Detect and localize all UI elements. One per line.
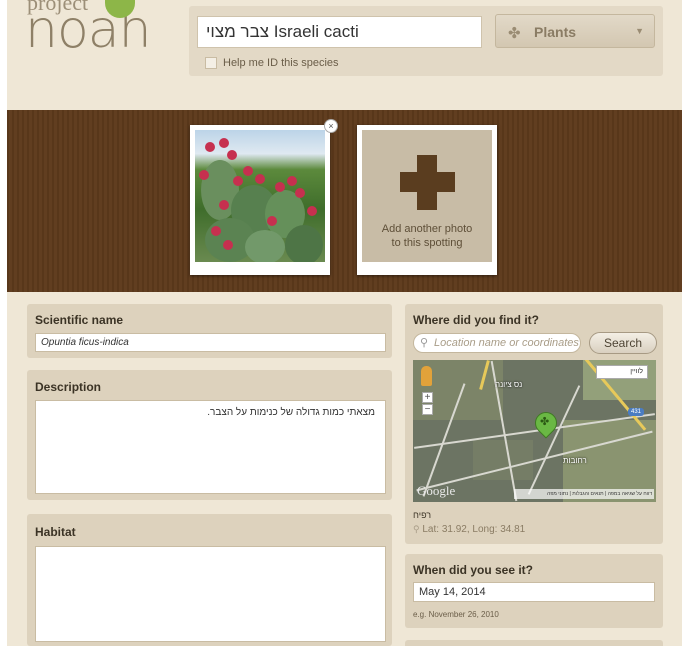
cactus-photo [195, 130, 325, 262]
category-label: Plants [534, 24, 577, 40]
location-placeholder: Location name or coordinates [434, 337, 579, 349]
spotting-form: Scientific name Opuntia ficus-indica Des… [7, 292, 682, 646]
location-search-button[interactable]: Search [589, 332, 657, 354]
help-id-checkbox[interactable] [205, 57, 217, 69]
date-hint: e.g. November 26, 2010 [413, 610, 499, 619]
map-type-dropdown[interactable]: לוויין [596, 365, 648, 379]
location-map[interactable]: נס ציונה רחובות 431 + − לוויין ✤ Google … [413, 360, 656, 502]
description-title: Description [35, 380, 102, 394]
remove-photo-icon[interactable]: × [324, 119, 338, 133]
description-panel: Description מצאתי כמות גדולה של כנימות ע… [27, 370, 392, 500]
habitat-textarea[interactable] [35, 546, 386, 642]
search-icon: ⚲ [420, 337, 429, 349]
location-pin-icon: ⚲ [413, 524, 420, 534]
place-name: רפיח [413, 510, 432, 520]
add-photo-label: Add another photo to this spotting [381, 223, 473, 249]
photo-thumbnail[interactable] [190, 125, 330, 275]
zoom-in-button[interactable]: + [422, 392, 433, 403]
date-title: When did you see it? [413, 563, 534, 577]
habitat-title: Habitat [35, 525, 76, 539]
zoom-out-button[interactable]: − [422, 404, 433, 415]
map-town-label: רחובות [563, 456, 587, 465]
street-view-pegman-icon[interactable] [421, 366, 432, 386]
next-panel [405, 640, 663, 646]
photo-strip: × Add another photo to this spotting [7, 110, 682, 292]
map-town-label: נס ציונה [495, 380, 523, 389]
location-panel: Where did you find it? ⚲ Location name o… [405, 304, 663, 544]
add-photo-button[interactable]: Add another photo to this spotting [357, 125, 497, 275]
scientific-name-panel: Scientific name Opuntia ficus-indica [27, 304, 392, 358]
road-number-badge: 431 [627, 408, 644, 416]
scientific-name-title: Scientific name [35, 313, 124, 327]
date-input[interactable]: May 14, 2014 [413, 582, 655, 602]
cactus-icon: ✤ [508, 25, 521, 42]
google-logo: Google [417, 483, 456, 498]
category-dropdown[interactable]: ✤ Plants ▼ [495, 14, 655, 48]
coordinates-readout: ⚲ Lat: 31.92, Long: 34.81 [413, 524, 526, 535]
spotting-title-input[interactable]: צבר מצוי Israeli cacti [197, 16, 482, 48]
scientific-name-input[interactable]: Opuntia ficus-indica [35, 333, 386, 352]
help-id-label[interactable]: Help me ID this species [223, 57, 339, 69]
page-header: project noah צבר מצוי Israeli cacti ✤ Pl… [7, 0, 682, 110]
date-panel: When did you see it? May 14, 2014 e.g. N… [405, 554, 663, 628]
location-title: Where did you find it? [413, 313, 539, 327]
habitat-panel: Habitat [27, 514, 392, 646]
spotting-title-panel: צבר מצוי Israeli cacti ✤ Plants ▼ Help m… [189, 6, 663, 76]
add-photo-tile: Add another photo to this spotting [362, 130, 492, 262]
location-search-input[interactable]: ⚲ Location name or coordinates [413, 333, 581, 353]
chevron-down-icon: ▼ [635, 26, 644, 36]
map-footer-links[interactable]: דווח על שגיאה במפה | תנאים והגבלות | נתו… [514, 489, 654, 499]
description-textarea[interactable]: מצאתי כמות גדולה של כנימות על הצבר. [35, 400, 386, 494]
cactus-icon: ✤ [540, 416, 550, 428]
